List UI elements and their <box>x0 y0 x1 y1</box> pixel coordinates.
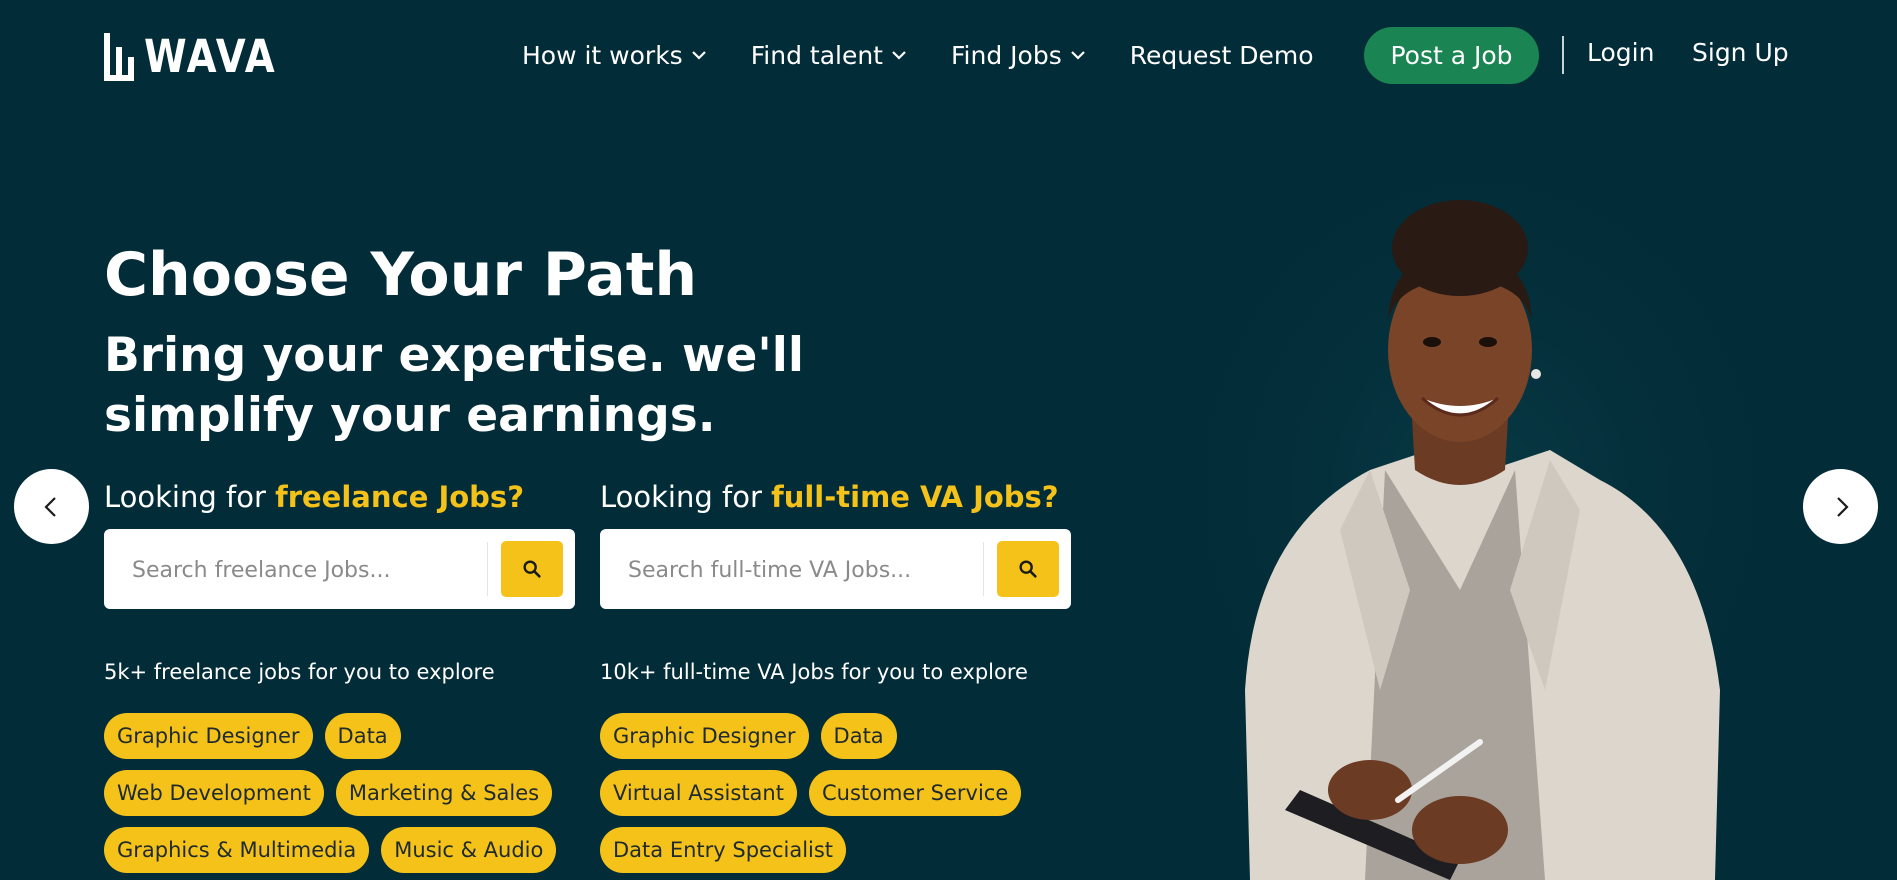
category-tag[interactable]: Graphic Designer <box>104 713 313 759</box>
freelance-search-input[interactable] <box>130 543 474 597</box>
nav-label: Find Jobs <box>950 40 1062 70</box>
search-divider <box>487 542 488 596</box>
category-tag[interactable]: Data <box>820 713 897 759</box>
freelance-search-box <box>104 529 575 609</box>
freelance-heading: Looking for freelance Jobs? <box>104 480 524 514</box>
freelance-heading-prefix: Looking for <box>104 480 276 514</box>
chevron-down-icon <box>1070 51 1085 60</box>
wava-logo[interactable]: WAVA <box>104 30 298 83</box>
category-tag[interactable]: Virtual Assistant <box>600 770 797 816</box>
fulltime-heading-highlight: full-time VA Jobs? <box>771 480 1059 514</box>
category-tag[interactable]: Marketing & Sales <box>335 770 553 816</box>
fulltime-search-button[interactable] <box>997 541 1059 597</box>
login-link[interactable]: Login <box>1587 38 1654 67</box>
category-tag[interactable]: Web Development <box>104 770 324 816</box>
nav-how-it-works[interactable]: How it works <box>522 41 707 70</box>
fulltime-search-box <box>600 529 1071 609</box>
chevron-down-icon <box>691 51 706 60</box>
main-nav: How it works Find talent Find Jobs Reque… <box>522 24 1314 86</box>
nav-divider <box>1562 36 1564 74</box>
logo-mark-icon <box>104 32 134 81</box>
fulltime-count: 10k+ full-time VA Jobs for you to explor… <box>600 660 1028 684</box>
fulltime-heading: Looking for full-time VA Jobs? <box>600 480 1059 514</box>
logo-text: WAVA <box>144 30 277 83</box>
category-tag[interactable]: Data Entry Specialist <box>600 827 847 873</box>
carousel-next-button[interactable] <box>1803 469 1878 544</box>
search-icon <box>1019 560 1037 578</box>
fulltime-search-input[interactable] <box>626 543 970 597</box>
chevron-right-icon <box>1836 496 1849 517</box>
search-divider <box>983 542 984 596</box>
category-tag[interactable]: Customer Service <box>808 770 1022 816</box>
freelance-tag-list: Graphic Designer Data Web Development Marke… <box>104 713 584 873</box>
nav-label: Find talent <box>750 40 883 70</box>
fulltime-heading-prefix: Looking for <box>600 480 772 514</box>
nav-find-talent[interactable]: Find talent <box>751 41 907 70</box>
hero-title: Choose Your Path <box>104 240 698 310</box>
category-tag[interactable]: Graphic Designer <box>600 713 809 759</box>
freelance-search-button[interactable] <box>501 541 563 597</box>
category-tag[interactable]: Graphics & Multimedia <box>104 827 370 873</box>
nav-label: Request Demo <box>1129 40 1314 70</box>
chevron-left-icon <box>43 496 56 517</box>
signup-link[interactable]: Sign Up <box>1692 38 1789 67</box>
hero-subtitle: Bring your expertise. we'll simplify you… <box>104 328 804 443</box>
nav-find-jobs[interactable]: Find Jobs <box>951 41 1086 70</box>
freelance-count: 5k+ freelance jobs for you to explore <box>104 660 495 684</box>
nav-request-demo[interactable]: Request Demo <box>1130 41 1314 70</box>
site-header: WAVA How it works Find talent Find Jobs … <box>0 0 1897 110</box>
search-icon <box>523 560 541 578</box>
category-tag[interactable]: Data <box>324 713 401 759</box>
chevron-down-icon <box>892 51 906 60</box>
fulltime-tag-list: Graphic Designer Data Virtual Assistant Cus… <box>600 713 1080 873</box>
hero-person-image <box>1160 170 1800 880</box>
freelance-heading-highlight: freelance Jobs? <box>275 480 525 514</box>
nav-label: How it works <box>522 40 683 70</box>
carousel-prev-button[interactable] <box>14 469 89 544</box>
post-job-button[interactable]: Post a Job <box>1364 27 1539 84</box>
category-tag[interactable]: Music & Audio <box>381 827 557 873</box>
